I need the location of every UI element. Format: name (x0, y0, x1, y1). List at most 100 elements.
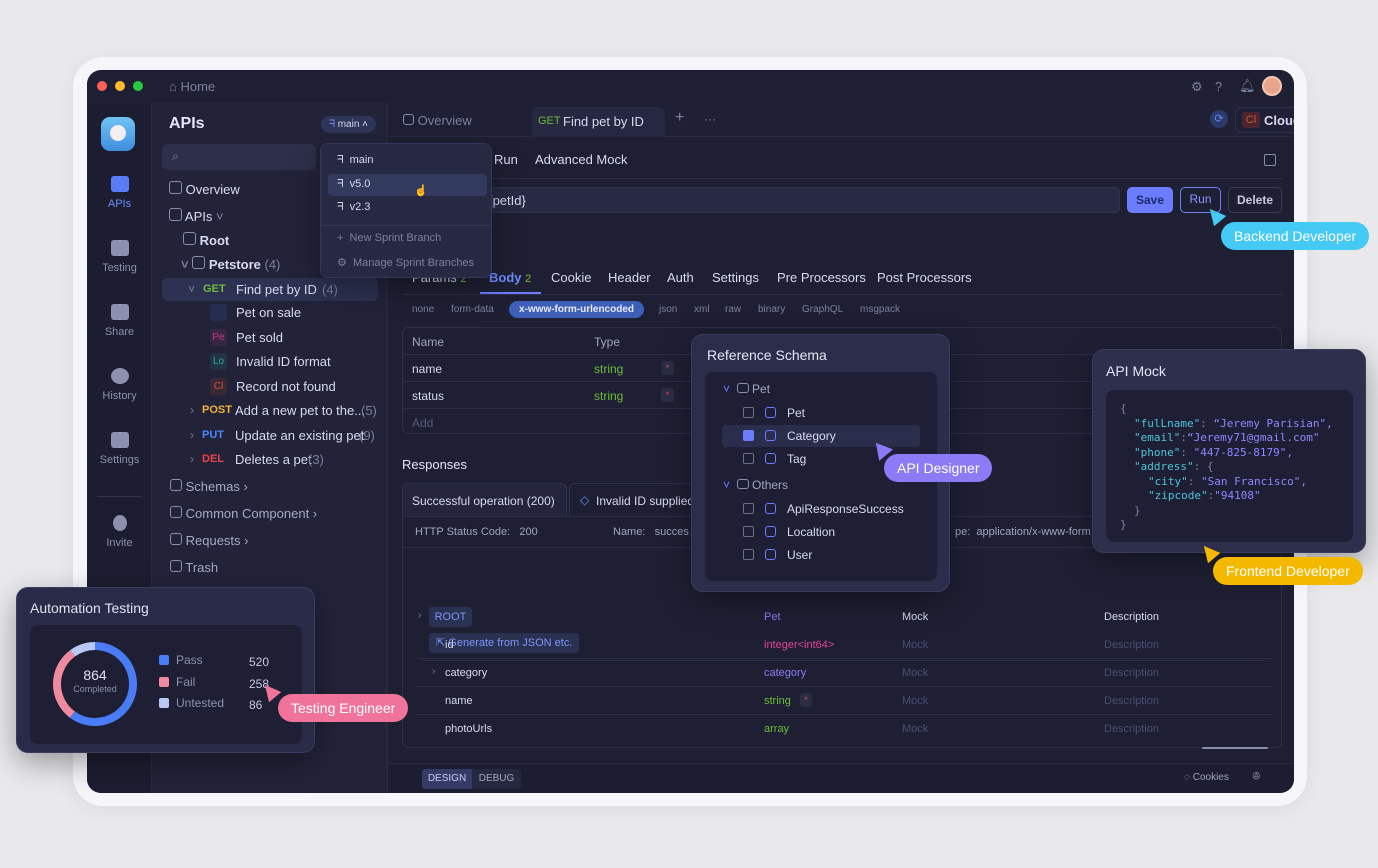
schema-item[interactable]: Category (787, 429, 836, 443)
tree-root[interactable]: Root (183, 232, 229, 248)
required-badge[interactable]: * (661, 361, 674, 375)
rail-item-invite[interactable]: Invite (87, 537, 152, 549)
param-name[interactable]: name (412, 362, 442, 376)
root-node[interactable]: ROOT (429, 607, 472, 627)
example-item[interactable]: Lo Invalid ID format (210, 352, 370, 372)
schema-item[interactable]: Localtion (787, 525, 835, 539)
bell-icon[interactable]: 🔔︎ (1239, 78, 1256, 94)
example-item[interactable]: Cl Record not found (210, 377, 370, 397)
schema-checkbox[interactable] (743, 503, 754, 514)
example-item[interactable]: Pet on sale (210, 303, 370, 323)
save-button[interactable]: Save (1127, 187, 1173, 213)
rail-item-settings[interactable]: Settings (87, 454, 152, 466)
help-icon[interactable]: ? (1215, 79, 1222, 94)
schema-row[interactable]: › category category Mock Description (417, 659, 1287, 687)
tree-section-0[interactable]: Schemas › (170, 479, 248, 494)
design-mode-button[interactable]: DESIGN (422, 769, 472, 789)
panel-toggle-icon[interactable] (1264, 154, 1276, 166)
manage-sprint-branches[interactable]: ⚙ Manage Sprint Branches (337, 256, 474, 269)
tree-endpoint[interactable]: › PUT Update an existing pet (190, 426, 380, 446)
schema-checkbox[interactable] (743, 549, 754, 560)
shirt-icon[interactable]: ꔮ (1252, 771, 1261, 784)
tree-section-1[interactable]: Common Component › (170, 506, 317, 521)
body-type-option[interactable]: GraphQL (802, 304, 843, 315)
rail-item-apis[interactable]: APIs (87, 198, 152, 210)
tree-endpoint[interactable]: › DEL Deletes a pet (190, 450, 380, 470)
schema-checkbox[interactable] (743, 407, 754, 418)
root-type[interactable]: Pet (764, 611, 781, 623)
tree-petstore[interactable]: ˅ Petstore (4) (181, 256, 280, 272)
branch-option-main[interactable]: ᖷ main (337, 154, 373, 167)
subtab-advanced-mock[interactable]: Advanced Mock (535, 152, 628, 167)
environment-selector[interactable]: Cl Cloud Mock ˅ (1235, 107, 1294, 133)
request-tab-pre-processors[interactable]: Pre Processors (777, 270, 866, 285)
schema-row[interactable]: name string * Mock Description (417, 687, 1287, 715)
request-tab-settings[interactable]: Settings (712, 270, 759, 285)
example-item[interactable]: Pe Pet sold (210, 328, 370, 348)
body-type-option[interactable]: xml (694, 304, 710, 315)
tree-endpoint-get[interactable]: ˅ GET Find pet by ID (4) (162, 278, 378, 301)
cookies-button[interactable]: ◌ Cookies (1184, 772, 1229, 783)
schema-item[interactable]: Pet (787, 406, 805, 420)
tree-section-3[interactable]: Trash (170, 560, 218, 575)
body-type-option[interactable]: json (659, 304, 677, 315)
close-window-button[interactable] (97, 81, 107, 91)
request-tab-body[interactable]: Body 2 (489, 270, 531, 285)
body-type-option[interactable]: binary (758, 304, 785, 315)
gear-icon[interactable]: ⚙ (1191, 79, 1203, 95)
tree-section-2[interactable]: Requests › (170, 533, 249, 548)
debug-mode-button[interactable]: DEBUG (472, 769, 521, 789)
request-tab-cookie[interactable]: Cookie (551, 270, 591, 285)
schema-checkbox[interactable] (743, 453, 754, 464)
search-input[interactable]: ⌕ (162, 144, 316, 170)
tree-endpoint[interactable]: › POST Add a new pet to the... (190, 401, 380, 421)
sync-icon[interactable]: ⟳ (1210, 110, 1228, 128)
branch-selector[interactable]: ᖷ main ˄ (321, 116, 377, 133)
response-tab-success[interactable]: Successful operation (200) (402, 483, 567, 516)
schema-row[interactable]: photoUrls array Mock Description (417, 715, 1287, 743)
delete-button[interactable]: Delete (1228, 187, 1282, 213)
schema-item[interactable]: ApiResponseSuccess (787, 502, 904, 516)
schema-checkbox[interactable] (743, 526, 754, 537)
body-type-option[interactable]: form-data (451, 304, 494, 315)
project-logo[interactable] (101, 117, 135, 151)
request-tab-auth[interactable]: Auth (667, 270, 694, 285)
url-input[interactable]: t/{petId} (402, 187, 1120, 213)
maximize-window-button[interactable] (133, 81, 143, 91)
body-type-option[interactable]: msgpack (860, 304, 900, 315)
more-tabs-button[interactable]: ··· (704, 112, 716, 126)
branch-option-v23[interactable]: ᖷ v2.3 (337, 201, 370, 214)
subtab-run[interactable]: Run (494, 152, 518, 167)
body-type-option[interactable]: raw (725, 304, 741, 315)
required-badge[interactable]: * (661, 388, 674, 402)
request-tab-post-processors[interactable]: Post Processors (877, 270, 972, 285)
request-tab-header[interactable]: Header (608, 270, 651, 285)
status-code[interactable]: 200 (519, 526, 537, 538)
new-sprint-branch[interactable]: + New Sprint Branch (337, 232, 441, 244)
home-link[interactable]: ⌂ Home (169, 79, 215, 94)
rail-item-share[interactable]: Share (87, 326, 152, 338)
body-type-option[interactable]: x-www-form-urlencoded (509, 301, 645, 318)
rail-item-history[interactable]: History (87, 390, 152, 402)
param-type[interactable]: string (594, 389, 623, 403)
schema-item[interactable]: User (787, 548, 812, 562)
schema-group[interactable]: ˅ Others (723, 478, 788, 492)
response-name[interactable]: succes (655, 526, 689, 538)
branch-option-v5[interactable]: ᖷ v5.0 (337, 178, 370, 191)
add-tab-button[interactable]: + (675, 109, 684, 127)
tree-apis[interactable]: APIs ˅ (169, 208, 224, 224)
tab-overview[interactable]: Overview (403, 113, 472, 128)
schema-item[interactable]: Tag (787, 452, 806, 466)
avatar[interactable] (1262, 76, 1282, 96)
minimize-window-button[interactable] (115, 81, 125, 91)
add-param-input[interactable]: Add (412, 416, 433, 430)
param-name[interactable]: status (412, 389, 444, 403)
param-type[interactable]: string (594, 362, 623, 376)
schema-row[interactable]: id integer<int64> Mock Description (417, 631, 1287, 659)
body-type-option[interactable]: none (412, 304, 434, 315)
tab-find-pet[interactable]: GET Find pet by ID (532, 107, 665, 137)
schema-group[interactable]: ˅ Pet (723, 382, 770, 396)
schema-checkbox[interactable] (743, 430, 754, 441)
tree-overview[interactable]: Overview (169, 181, 240, 197)
horizontal-scrollbar[interactable] (1202, 747, 1268, 749)
